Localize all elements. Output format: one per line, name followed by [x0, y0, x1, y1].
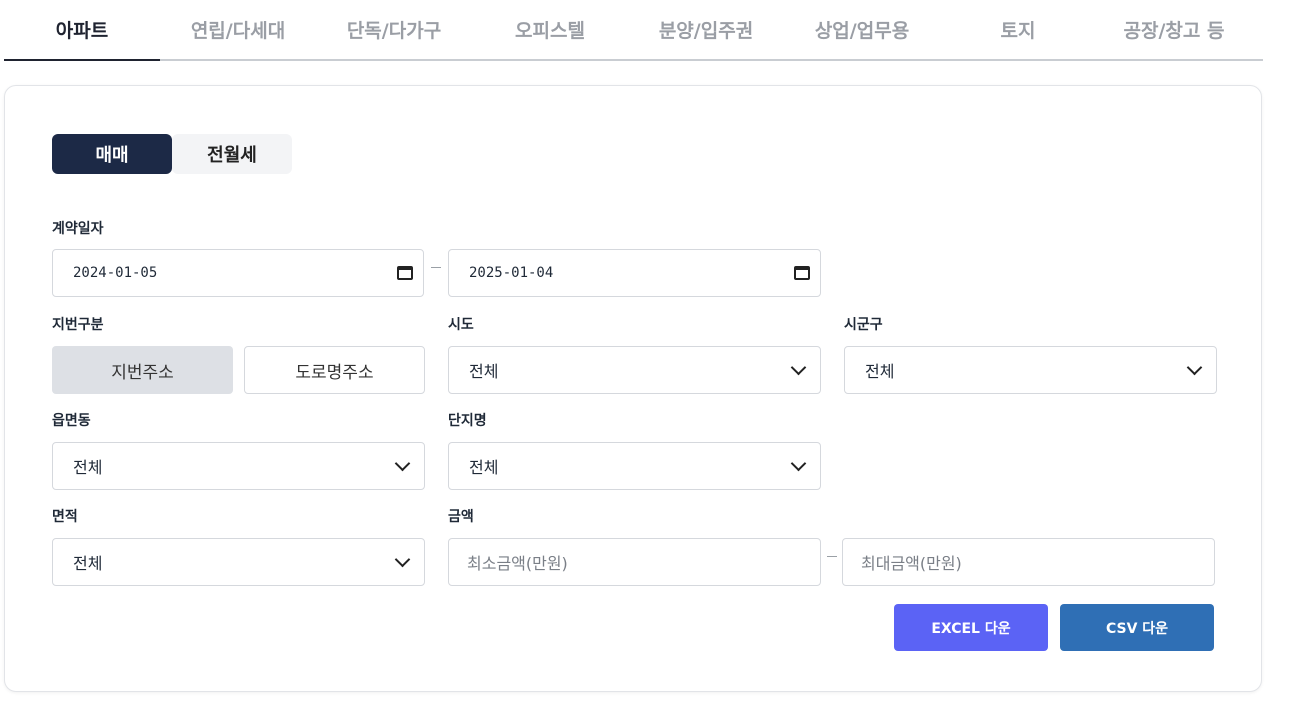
- property-type-tabs: 아파트 연립/다세대 단독/다가구 오피스텔 분양/입주권 상업/업무용 토지 …: [4, 0, 1263, 61]
- price-label: 금액: [448, 509, 474, 525]
- complex-value: 전체: [469, 458, 499, 477]
- search-filter-card: 매매 전월세 계약일자 2024-01-05 2025-01-04 지번구분 지…: [4, 85, 1262, 692]
- contract-start-date-input[interactable]: 2024-01-05: [52, 249, 424, 297]
- contract-end-date-value: 2025-01-04: [469, 265, 554, 281]
- calendar-icon[interactable]: [794, 266, 810, 280]
- date-range-separator: [431, 267, 441, 268]
- deal-rent-button[interactable]: 전월세: [172, 134, 292, 174]
- area-value: 전체: [73, 554, 103, 573]
- deal-buy-button[interactable]: 매매: [52, 134, 172, 174]
- tab-factory[interactable]: 공장/창고 등: [1096, 0, 1252, 59]
- sido-value: 전체: [469, 362, 499, 381]
- sido-select[interactable]: 전체: [448, 346, 821, 394]
- sido-label: 시도: [448, 317, 474, 333]
- area-label: 면적: [52, 509, 78, 525]
- tab-townhouse[interactable]: 연립/다세대: [160, 0, 316, 59]
- lot-address-button[interactable]: 지번주소: [52, 346, 233, 394]
- road-address-button[interactable]: 도로명주소: [244, 346, 425, 394]
- contract-end-date-input[interactable]: 2025-01-04: [448, 249, 821, 297]
- chevron-down-icon: [394, 455, 411, 471]
- tab-commercial[interactable]: 상업/업무용: [784, 0, 940, 59]
- chevron-down-icon: [790, 359, 807, 375]
- complex-select[interactable]: 전체: [448, 442, 821, 490]
- chevron-down-icon: [790, 455, 807, 471]
- tab-detached[interactable]: 단독/다가구: [316, 0, 472, 59]
- area-select[interactable]: 전체: [52, 538, 425, 586]
- price-range-separator: [827, 556, 837, 557]
- tab-presale[interactable]: 분양/입주권: [628, 0, 784, 59]
- csv-download-button[interactable]: CSV 다운: [1060, 604, 1214, 651]
- excel-download-button[interactable]: EXCEL 다운: [894, 604, 1048, 651]
- chevron-down-icon: [1186, 359, 1203, 375]
- tab-land[interactable]: 토지: [940, 0, 1096, 59]
- complex-label: 단지명: [448, 413, 487, 429]
- eupmyeondong-label: 읍면동: [52, 413, 91, 429]
- tab-apartment[interactable]: 아파트: [4, 0, 160, 61]
- sigungu-label: 시군구: [844, 317, 883, 333]
- min-price-input[interactable]: 최소금액(만원): [448, 538, 821, 586]
- max-price-input[interactable]: 최대금액(만원): [842, 538, 1215, 586]
- tab-officetel[interactable]: 오피스텔: [472, 0, 628, 59]
- eupmyeondong-value: 전체: [73, 458, 103, 477]
- max-price-placeholder: 최대금액(만원): [861, 554, 962, 573]
- sigungu-select[interactable]: 전체: [844, 346, 1217, 394]
- sigungu-value: 전체: [865, 362, 895, 381]
- min-price-placeholder: 최소금액(만원): [467, 554, 568, 573]
- chevron-down-icon: [394, 551, 411, 567]
- contract-start-date-value: 2024-01-05: [73, 265, 158, 281]
- address-type-label: 지번구분: [52, 317, 104, 333]
- calendar-icon[interactable]: [397, 266, 413, 280]
- eupmyeondong-select[interactable]: 전체: [52, 442, 425, 490]
- contract-date-label: 계약일자: [52, 221, 104, 237]
